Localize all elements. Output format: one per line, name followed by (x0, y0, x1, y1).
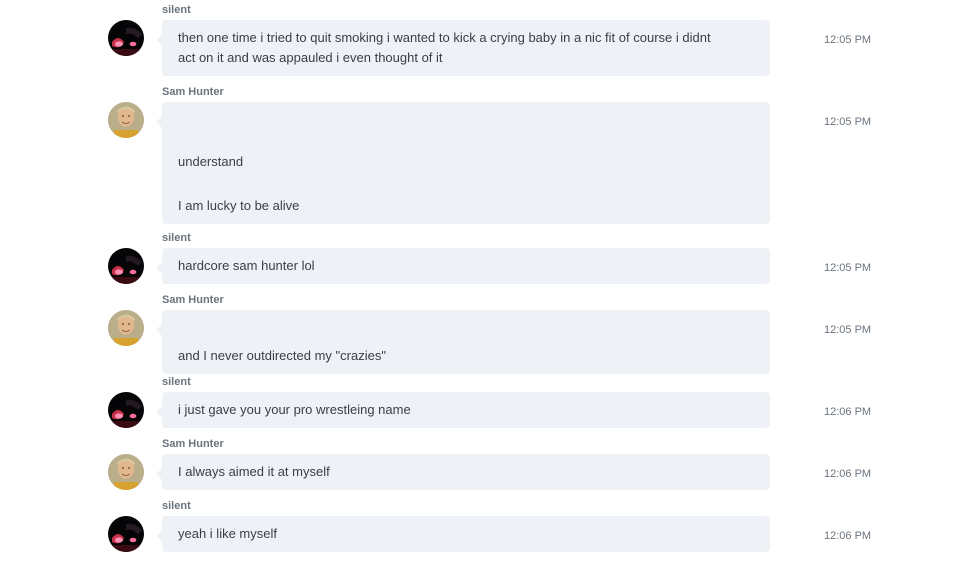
avatar-silent[interactable] (108, 392, 144, 428)
avatar-silent[interactable] (108, 516, 144, 552)
timestamp: 12:05 PM (824, 34, 872, 46)
message-bubble: then one time i tried to quit smoking i … (156, 20, 770, 76)
sender-name[interactable]: silent (162, 499, 191, 513)
timestamp: 12:05 PM (824, 116, 872, 128)
message-bubble: I always aimed it at myself (156, 454, 770, 490)
avatar-sam-hunter[interactable] (108, 454, 144, 490)
message-line: i just gave you your pro wrestleing name (178, 402, 411, 417)
message-line: act on it and was appauled i even though… (178, 50, 443, 65)
message-line: understand (178, 154, 244, 169)
timestamp: 12:05 PM (824, 324, 872, 336)
message-line (178, 110, 754, 130)
message-line (178, 318, 754, 338)
avatar-silent[interactable] (108, 248, 144, 284)
avatar-sam-hunter[interactable] (108, 310, 144, 346)
timestamp: 12:06 PM (824, 468, 872, 480)
message-bubble: yeah i like myself (156, 516, 770, 552)
timestamp: 12:06 PM (824, 530, 872, 542)
message-bubble: hardcore sam hunter lol (156, 248, 770, 284)
message-bubble: i just gave you your pro wrestleing name (156, 392, 770, 428)
message-line: then one time i tried to quit smoking i … (178, 30, 711, 45)
message-bubble: understand I am lucky to be alive (156, 102, 770, 224)
avatar-silent[interactable] (108, 20, 144, 56)
avatar-sam-hunter[interactable] (108, 102, 144, 138)
message-line: and I never outdirected my "crazies" (178, 348, 386, 363)
message-line: I always aimed it at myself (178, 464, 330, 479)
timestamp: 12:05 PM (824, 262, 872, 274)
sender-name[interactable]: silent (162, 231, 191, 245)
message-line: I am lucky to be alive (178, 198, 300, 213)
sender-name[interactable]: Sam Hunter (162, 437, 224, 451)
message-line (178, 130, 754, 150)
message-line: yeah i like myself (178, 526, 277, 541)
message-line (178, 174, 754, 194)
sender-name[interactable]: silent (162, 375, 191, 389)
message-bubble: and I never outdirected my "crazies" (156, 310, 770, 374)
timestamp: 12:06 PM (824, 406, 872, 418)
sender-name[interactable]: Sam Hunter (162, 293, 224, 307)
sender-name[interactable]: Sam Hunter (162, 85, 224, 99)
message-line: hardcore sam hunter lol (178, 258, 315, 273)
sender-name[interactable]: silent (162, 3, 191, 17)
